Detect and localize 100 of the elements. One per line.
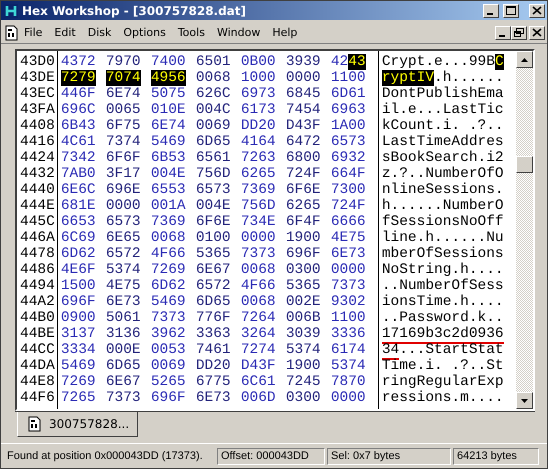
hex-word: 7970 (106, 54, 142, 70)
hex-word: 4E75 (330, 230, 367, 246)
hex-word: 0069 (150, 358, 187, 374)
hex-word: 6E73 (196, 390, 232, 406)
hex-word: 010E (150, 102, 187, 118)
hex-word: 6572 (106, 246, 142, 262)
hex-word: 4E75 (106, 278, 142, 294)
hex-word: 6D61 (330, 86, 367, 102)
hex-word: 7279 (60, 70, 97, 86)
hex-word: 5061 (106, 310, 142, 326)
offset-label: 445C (20, 214, 55, 230)
offset-label: 4424 (20, 150, 55, 166)
up-arrow-icon (521, 58, 528, 62)
hex-word: 4F66 (240, 278, 277, 294)
ascii-text: line.h......Nu (382, 230, 504, 246)
hex-word: D43F (240, 358, 277, 374)
ascii-text: LastTimeAddres (382, 134, 504, 150)
hex-word: 0000 (106, 198, 142, 214)
offset-label: 43EC (20, 86, 55, 102)
vertical-scrollbar[interactable] (516, 51, 533, 409)
window-title: Hex Workshop - [300757828.dat] (22, 4, 248, 18)
hex-word: 664F (330, 166, 367, 182)
hex-word: 4F66 (150, 246, 187, 262)
hex-word: 7263 (240, 150, 277, 166)
hex-word: 6932 (330, 150, 367, 166)
hex-word: DD20 (196, 358, 232, 374)
hex-word: 6800 (286, 150, 322, 166)
offset-label: 4408 (20, 118, 55, 134)
offset-label: 43FA (20, 102, 55, 118)
minimize-button[interactable] (483, 4, 499, 18)
minimize-icon (487, 13, 493, 15)
hex-word: 5374 (106, 262, 142, 278)
hex-word: 006B (286, 310, 322, 326)
restore-icon (514, 28, 524, 37)
minimize-button[interactable] (495, 26, 511, 40)
offset-label: 4432 (20, 166, 55, 182)
scroll-thumb[interactable] (516, 156, 533, 173)
hex-word: 7373 (330, 278, 367, 294)
menu-item[interactable]: Options (117, 24, 172, 41)
menu-item[interactable]: Tools (172, 24, 211, 41)
ascii-text: nlineSessions. (382, 182, 504, 198)
offset-label: 444E (20, 198, 55, 214)
document-tab[interactable]: 300757828... (17, 412, 138, 437)
menu-item[interactable]: Edit (48, 24, 82, 41)
hex-word: 6E6C (60, 182, 97, 198)
hex-word: 6973 (240, 86, 277, 102)
hex-word: 3334 (60, 342, 97, 358)
offset-label: 4416 (20, 134, 55, 150)
hex-word: 0300 (286, 262, 322, 278)
hex-word: 6173 (240, 102, 277, 118)
restore-button[interactable] (511, 26, 527, 40)
hex-word: 4164 (240, 134, 277, 150)
scroll-up-button[interactable] (516, 51, 533, 68)
hex-word: 004E (150, 166, 187, 182)
hex-word: 3363 (196, 326, 232, 342)
hex-word: 6E73 (106, 294, 142, 310)
menu-item[interactable]: Disk (82, 24, 118, 41)
close-button[interactable] (529, 4, 545, 18)
hex-word: 6666 (330, 214, 367, 230)
minimize-icon (499, 35, 505, 37)
hex-word: 6D62 (150, 278, 187, 294)
maximize-button[interactable] (503, 4, 519, 18)
hex-word: 6265 (240, 166, 277, 182)
hex-word: 6F4F (286, 214, 322, 230)
hex-word: 6553 (150, 182, 187, 198)
hex-word: 5469 (150, 294, 187, 310)
ascii-text: 17169b3c2d0936 (382, 326, 504, 342)
ascii-text: kCount.i. .?.. (382, 118, 504, 134)
hex-word: 0B00 (240, 54, 277, 70)
status-pane: 64213 bytes (453, 448, 539, 464)
menu-item[interactable]: Help (266, 24, 304, 41)
hex-word: 002E (286, 294, 322, 310)
hex-word: 3136 (106, 326, 142, 342)
ascii-text: z.?..NumberOfO (382, 166, 504, 182)
menu-item[interactable]: File (18, 24, 48, 41)
hex-word: 696F (60, 294, 97, 310)
close-button[interactable] (529, 26, 545, 40)
hex-word: 6D65 (106, 358, 142, 374)
hex-word: 3962 (150, 326, 187, 342)
hex-word: 7245 (286, 374, 322, 390)
hex-word: 9302 (330, 294, 367, 310)
ascii-text: ringRegularExp (382, 374, 504, 390)
hex-word: 0300 (286, 390, 322, 406)
offset-label: 44F6 (20, 390, 55, 406)
max-icon (506, 6, 516, 15)
hex-word: 7454 (286, 102, 322, 118)
hex-word: 7373 (106, 390, 142, 406)
scroll-down-button[interactable] (516, 392, 533, 409)
hex-word: 0900 (60, 310, 97, 326)
hex-word: 7374 (106, 134, 142, 150)
hex-word: 6845 (286, 86, 322, 102)
offset-label: 43DE (20, 70, 55, 86)
menu-item[interactable]: Window (210, 24, 266, 41)
document-icon[interactable] (5, 24, 18, 40)
offset-label: 446A (20, 230, 55, 246)
hex-word: 6E73 (330, 246, 367, 262)
hex-word: 6F6E (286, 182, 322, 198)
hex-word: 6D65 (196, 134, 232, 150)
hex-word: 6F75 (106, 118, 142, 134)
hex-word: 6501 (196, 54, 232, 70)
